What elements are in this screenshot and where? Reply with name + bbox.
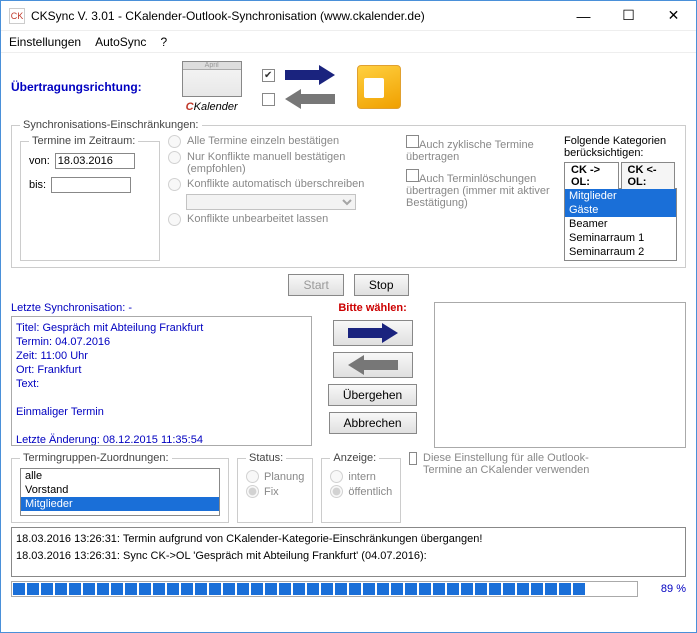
categories-label: Folgende Kategorien berücksichtigen: (564, 135, 677, 159)
skip-button[interactable]: Übergehen (328, 384, 417, 406)
date-range-group: Termine im Zeitraum: von: bis: (20, 135, 160, 261)
radio-confirm-all[interactable] (168, 135, 181, 148)
arrow-left-icon (348, 356, 398, 374)
menu-settings[interactable]: Einstellungen (9, 35, 81, 49)
please-choose-label: Bitte wählen: (338, 302, 406, 314)
constraints-group: Synchronisations-Einschränkungen: Termin… (11, 119, 686, 268)
category-item[interactable]: Beamer (565, 217, 676, 231)
status-fieldset: Status: Planung Fix (237, 452, 313, 523)
minimize-button[interactable]: — (561, 1, 606, 30)
progress-bar (11, 581, 638, 597)
maximize-button[interactable]: ☐ (606, 1, 651, 30)
termgroup-item[interactable]: Vorstand (21, 483, 219, 497)
category-list[interactable]: Mitglieder Gäste Beamer Seminarraum 1 Se… (564, 189, 677, 261)
category-item[interactable]: Seminarraum 1 (565, 231, 676, 245)
category-item[interactable]: Gäste (565, 203, 676, 217)
menubar: Einstellungen AutoSync ? (1, 31, 696, 53)
direction-ck-to-ol-checkbox[interactable]: ✔ (262, 69, 275, 82)
last-sync-label: Letzte Synchronisation: - (11, 302, 312, 314)
date-to-input[interactable] (51, 177, 131, 193)
anzeige-oeffentlich-radio[interactable] (330, 485, 343, 498)
radio-conflicts-skip[interactable] (168, 213, 181, 226)
stop-button[interactable]: Stop (354, 274, 409, 296)
radio-conflicts-auto[interactable] (168, 178, 181, 191)
apply-left-button[interactable] (333, 352, 413, 378)
termgroup-fieldset: Termingruppen-Zuordnungen: alle Vorstand… (11, 452, 229, 523)
titlebar: CK CKSync V. 3.01 - CKalender-Outlook-Sy… (1, 1, 696, 31)
appointment-info: Titel: Gespräch mit Abteilung Frankfurt … (11, 316, 312, 446)
anzeige-intern-radio[interactable] (330, 470, 343, 483)
termgroup-item[interactable]: alle (21, 469, 219, 483)
log-line: 18.03.2016 13:26:31: Termin aufgrund von… (16, 530, 681, 547)
start-button[interactable]: Start (288, 274, 343, 296)
direction-ol-to-ck-checkbox[interactable] (262, 93, 275, 106)
tab-ol-to-ck[interactable]: CK <- OL: (621, 162, 676, 189)
menu-autosync[interactable]: AutoSync (95, 35, 146, 49)
status-fix-radio[interactable] (246, 485, 259, 498)
category-item[interactable]: Mitglieder (565, 189, 676, 203)
progress-percent: 89 % (646, 583, 686, 595)
cyclic-checkbox[interactable] (406, 135, 419, 148)
status-planung-radio[interactable] (246, 470, 259, 483)
category-item[interactable]: Seminarraum 2 (565, 245, 676, 259)
arrow-right-icon (348, 324, 398, 342)
apply-right-button[interactable] (333, 320, 413, 346)
target-info-box (434, 302, 686, 448)
outlook-icon (357, 65, 401, 109)
deletions-checkbox[interactable] (406, 169, 419, 182)
ckalender-logo: CKalender (182, 61, 242, 114)
radio-conflicts-manual[interactable] (168, 151, 181, 164)
apply-all-label: Diese Einstellung für alle Outlook-Termi… (423, 452, 599, 476)
apply-all-checkbox[interactable] (409, 452, 417, 465)
overwrite-select[interactable] (186, 194, 356, 210)
window-title: CKSync V. 3.01 - CKalender-Outlook-Synch… (31, 9, 561, 23)
log-output[interactable]: 18.03.2016 13:26:31: Termin aufgrund von… (11, 527, 686, 577)
date-from-input[interactable] (55, 153, 135, 169)
calendar-icon (182, 61, 242, 97)
termgroup-list[interactable]: alle Vorstand Mitglieder (20, 468, 220, 516)
log-line: 18.03.2016 13:26:31: Sync CK->OL 'Gesprä… (16, 547, 681, 564)
arrow-left-icon (285, 90, 335, 108)
arrow-right-icon (285, 66, 335, 84)
tab-ck-to-ol[interactable]: CK -> OL: (564, 162, 619, 189)
app-icon: CK (9, 8, 25, 24)
menu-help[interactable]: ? (160, 35, 167, 49)
cancel-button[interactable]: Abbrechen (329, 412, 417, 434)
close-button[interactable]: ✕ (651, 1, 696, 30)
direction-label: Übertragungsrichtung: (11, 80, 142, 94)
anzeige-fieldset: Anzeige: intern öffentlich (321, 452, 401, 523)
termgroup-item[interactable]: Mitglieder (21, 497, 219, 511)
